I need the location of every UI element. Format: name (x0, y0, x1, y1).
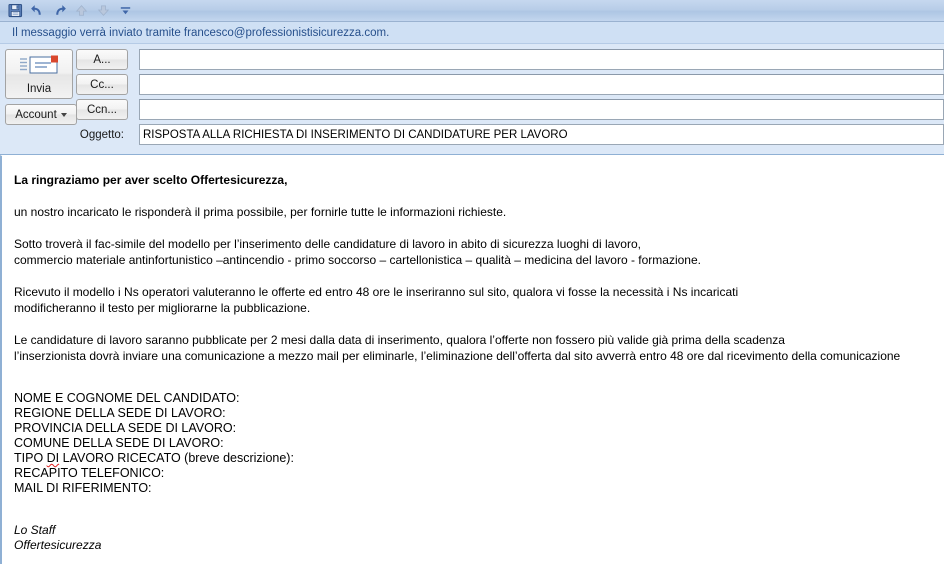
subject-input[interactable]: RISPOSTA ALLA RICHIESTA DI INSERIMENTO D… (139, 124, 944, 145)
form-field-comune: COMUNE DELLA SEDE DI LAVORO: (14, 436, 224, 450)
subject-label: Oggetto: (79, 128, 124, 141)
message-paragraph-2-line-1: Sotto troverà il fac-simile del modello … (14, 237, 641, 251)
message-paragraph-3-line-1: Ricevuto il modello i Ns operatori valut… (14, 285, 739, 299)
form-field-mail: MAIL DI RIFERIMENTO: (14, 481, 152, 495)
signature-line-2: Offertesicurezza (14, 538, 102, 552)
message-body-editor[interactable]: La ringraziamo per aver scelto Offertesi… (0, 155, 944, 564)
message-paragraph-3-line-2: modificheranno il testo per migliorarne … (14, 301, 311, 315)
recipient-fields: A... Cc... Ccn... Oggetto: RISPOSTA ALLA… (76, 49, 944, 148)
form-field-recapito: RECAPITO TELEFONICO: (14, 466, 165, 480)
send-button-label: Invia (26, 83, 52, 95)
form-field-tipo-prefix: TIPO (14, 451, 47, 465)
account-info-text: Il messaggio verrà inviato tramite franc… (12, 26, 390, 39)
signature-line-1: Lo Staff (14, 523, 56, 537)
bcc-input[interactable] (139, 99, 944, 120)
account-info-bar: Il messaggio verrà inviato tramite franc… (0, 22, 944, 44)
bcc-button[interactable]: Ccn... (76, 99, 128, 120)
form-field-tipo-lavoro: TIPO DI LAVORO RICECATO (breve descrizio… (14, 451, 944, 466)
form-field-nome: NOME E COGNOME DEL CANDIDATO: (14, 391, 240, 405)
quick-access-toolbar (0, 0, 944, 22)
cc-button[interactable]: Cc... (76, 74, 128, 95)
account-button-label: Account (15, 108, 57, 121)
bcc-row: Ccn... (76, 99, 944, 120)
undo-icon[interactable] (26, 1, 48, 21)
account-dropdown-button[interactable]: Account (5, 104, 77, 125)
message-greeting: La ringraziamo per aver scelto Offertesi… (14, 173, 288, 187)
to-input[interactable] (139, 49, 944, 70)
next-icon (92, 1, 114, 21)
compose-actions: Invia Account (0, 49, 77, 148)
to-row: A... (76, 49, 944, 70)
previous-icon (70, 1, 92, 21)
message-paragraph-1: un nostro incaricato le risponderà il pr… (14, 205, 507, 219)
save-icon[interactable] (4, 1, 26, 21)
to-button[interactable]: A... (76, 49, 128, 70)
chevron-down-icon (60, 112, 67, 117)
customize-toolbar-icon[interactable] (114, 1, 136, 21)
cc-row: Cc... (76, 74, 944, 95)
redo-icon[interactable] (48, 1, 70, 21)
compose-header: Invia Account A... Cc... Ccn... Oggetto:… (0, 44, 944, 155)
form-field-provincia: PROVINCIA DELLA SEDE DI LAVORO: (14, 421, 237, 435)
candidate-form-fields: NOME E COGNOME DEL CANDIDATO: REGIONE DE… (14, 391, 944, 496)
cc-input[interactable] (139, 74, 944, 95)
message-paragraph-2-line-2: commercio materiale antinfortunistico –a… (14, 253, 701, 267)
message-paragraph-4-line-1: Le candidature di lavoro saranno pubblic… (14, 333, 785, 347)
message-paragraph-4-line-2: l’inserzionista dovrà inviare una comuni… (14, 349, 901, 363)
send-envelope-icon (18, 53, 60, 82)
spellcheck-underline: DI (46, 451, 60, 465)
subject-row: Oggetto: RISPOSTA ALLA RICHIESTA DI INSE… (76, 124, 944, 145)
send-button[interactable]: Invia (5, 49, 73, 99)
form-field-regione: REGIONE DELLA SEDE DI LAVORO: (14, 406, 226, 420)
form-field-tipo-suffix: LAVORO RICECATO (breve descrizione): (59, 451, 294, 465)
